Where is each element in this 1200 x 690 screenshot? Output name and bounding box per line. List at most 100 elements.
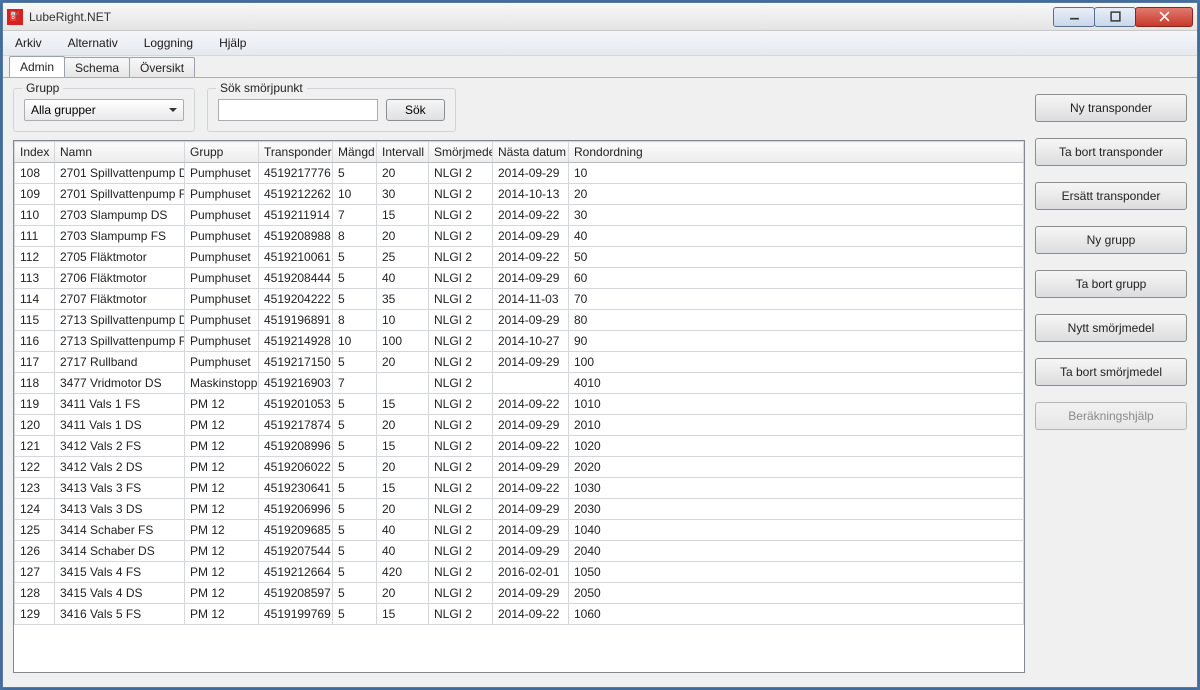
cell-mangd[interactable]: 5 — [333, 352, 377, 373]
col-smorjmedel[interactable]: Smörjmedel — [429, 142, 493, 163]
cell-index[interactable]: 128 — [15, 583, 55, 604]
table-row[interactable]: 1112703 Slampump FSPumphuset451920898882… — [15, 226, 1024, 247]
cell-mangd[interactable]: 5 — [333, 604, 377, 625]
cell-namn[interactable]: 2701 Spillvattenpump FS — [55, 184, 185, 205]
cell-index[interactable]: 127 — [15, 562, 55, 583]
cell-rond[interactable]: 80 — [569, 310, 1024, 331]
col-nasta-datum[interactable]: Nästa datum — [493, 142, 569, 163]
cell-grupp[interactable]: Pumphuset — [185, 310, 259, 331]
cell-namn[interactable]: 2703 Slampump FS — [55, 226, 185, 247]
col-rondordning[interactable]: Rondordning — [569, 142, 1024, 163]
cell-datum[interactable]: 2016-02-01 — [493, 562, 569, 583]
ta-bort-grupp-button[interactable]: Ta bort grupp — [1035, 270, 1187, 298]
table-row[interactable]: 1293416 Vals 5 FSPM 124519199769515NLGI … — [15, 604, 1024, 625]
cell-transponder[interactable]: 4519207544 — [259, 541, 333, 562]
cell-rond[interactable]: 1020 — [569, 436, 1024, 457]
cell-intervall[interactable] — [377, 373, 429, 394]
cell-grupp[interactable]: Pumphuset — [185, 205, 259, 226]
table-row[interactable]: 1102703 Slampump DSPumphuset451921191471… — [15, 205, 1024, 226]
cell-datum[interactable]: 2014-09-29 — [493, 310, 569, 331]
cell-mangd[interactable]: 7 — [333, 205, 377, 226]
close-button[interactable] — [1135, 7, 1193, 27]
cell-transponder[interactable]: 4519212262 — [259, 184, 333, 205]
menu-loggning[interactable]: Loggning — [138, 33, 199, 53]
cell-intervall[interactable]: 20 — [377, 163, 429, 184]
titlebar[interactable]: ⛽ LubeRight.NET — [3, 3, 1197, 31]
cell-rond[interactable]: 2030 — [569, 499, 1024, 520]
cell-rond[interactable]: 40 — [569, 226, 1024, 247]
cell-smorjmedel[interactable]: NLGI 2 — [429, 268, 493, 289]
cell-smorjmedel[interactable]: NLGI 2 — [429, 310, 493, 331]
cell-namn[interactable]: 3415 Vals 4 DS — [55, 583, 185, 604]
table-row[interactable]: 1193411 Vals 1 FSPM 124519201053515NLGI … — [15, 394, 1024, 415]
col-transponder[interactable]: Transponder — [259, 142, 333, 163]
cell-transponder[interactable]: 4519208996 — [259, 436, 333, 457]
cell-transponder[interactable]: 4519208444 — [259, 268, 333, 289]
cell-namn[interactable]: 2717 Rullband — [55, 352, 185, 373]
cell-grupp[interactable]: PM 12 — [185, 394, 259, 415]
cell-datum[interactable]: 2014-09-22 — [493, 205, 569, 226]
cell-rond[interactable]: 1010 — [569, 394, 1024, 415]
cell-index[interactable]: 116 — [15, 331, 55, 352]
cell-grupp[interactable]: PM 12 — [185, 541, 259, 562]
minimize-button[interactable] — [1053, 7, 1095, 27]
cell-grupp[interactable]: PM 12 — [185, 457, 259, 478]
table-row[interactable]: 1233413 Vals 3 FSPM 124519230641515NLGI … — [15, 478, 1024, 499]
cell-index[interactable]: 115 — [15, 310, 55, 331]
cell-intervall[interactable]: 10 — [377, 310, 429, 331]
cell-grupp[interactable]: Pumphuset — [185, 268, 259, 289]
cell-datum[interactable]: 2014-09-29 — [493, 541, 569, 562]
cell-mangd[interactable]: 5 — [333, 499, 377, 520]
cell-namn[interactable]: 3412 Vals 2 FS — [55, 436, 185, 457]
col-grupp[interactable]: Grupp — [185, 142, 259, 163]
cell-namn[interactable]: 2707 Fläktmotor — [55, 289, 185, 310]
cell-index[interactable]: 121 — [15, 436, 55, 457]
cell-smorjmedel[interactable]: NLGI 2 — [429, 520, 493, 541]
cell-intervall[interactable]: 100 — [377, 331, 429, 352]
table-row[interactable]: 1213412 Vals 2 FSPM 124519208996515NLGI … — [15, 436, 1024, 457]
cell-rond[interactable]: 2040 — [569, 541, 1024, 562]
cell-smorjmedel[interactable]: NLGI 2 — [429, 352, 493, 373]
cell-index[interactable]: 110 — [15, 205, 55, 226]
cell-transponder[interactable]: 4519230641 — [259, 478, 333, 499]
table-row[interactable]: 1082701 Spillvattenpump DSPumphuset45192… — [15, 163, 1024, 184]
menu-hjalp[interactable]: Hjälp — [213, 33, 252, 53]
cell-grupp[interactable]: PM 12 — [185, 415, 259, 436]
table-row[interactable]: 1172717 RullbandPumphuset4519217150520NL… — [15, 352, 1024, 373]
cell-intervall[interactable]: 30 — [377, 184, 429, 205]
cell-namn[interactable]: 3413 Vals 3 FS — [55, 478, 185, 499]
table-row[interactable]: 1203411 Vals 1 DSPM 124519217874520NLGI … — [15, 415, 1024, 436]
cell-index[interactable]: 112 — [15, 247, 55, 268]
cell-smorjmedel[interactable]: NLGI 2 — [429, 415, 493, 436]
cell-grupp[interactable]: Pumphuset — [185, 226, 259, 247]
cell-intervall[interactable]: 40 — [377, 520, 429, 541]
cell-rond[interactable]: 2050 — [569, 583, 1024, 604]
cell-smorjmedel[interactable]: NLGI 2 — [429, 247, 493, 268]
cell-smorjmedel[interactable]: NLGI 2 — [429, 226, 493, 247]
cell-grupp[interactable]: Pumphuset — [185, 331, 259, 352]
table-row[interactable]: 1092701 Spillvattenpump FSPumphuset45192… — [15, 184, 1024, 205]
cell-datum[interactable]: 2014-10-13 — [493, 184, 569, 205]
cell-intervall[interactable]: 15 — [377, 394, 429, 415]
cell-grupp[interactable]: Pumphuset — [185, 289, 259, 310]
cell-datum[interactable]: 2014-09-29 — [493, 352, 569, 373]
cell-transponder[interactable]: 4519199769 — [259, 604, 333, 625]
cell-transponder[interactable]: 4519206022 — [259, 457, 333, 478]
cell-rond[interactable]: 1040 — [569, 520, 1024, 541]
cell-datum[interactable] — [493, 373, 569, 394]
cell-datum[interactable]: 2014-09-22 — [493, 604, 569, 625]
cell-transponder[interactable]: 4519201053 — [259, 394, 333, 415]
cell-mangd[interactable]: 5 — [333, 583, 377, 604]
cell-namn[interactable]: 3411 Vals 1 DS — [55, 415, 185, 436]
cell-rond[interactable]: 1060 — [569, 604, 1024, 625]
table-row[interactable]: 1162713 Spillvattenpump FSPumphuset45192… — [15, 331, 1024, 352]
cell-namn[interactable]: 2713 Spillvattenpump DS — [55, 310, 185, 331]
cell-intervall[interactable]: 420 — [377, 562, 429, 583]
table-row[interactable]: 1142707 FläktmotorPumphuset4519204222535… — [15, 289, 1024, 310]
menu-alternativ[interactable]: Alternativ — [62, 33, 124, 53]
cell-transponder[interactable]: 4519214928 — [259, 331, 333, 352]
cell-index[interactable]: 129 — [15, 604, 55, 625]
col-namn[interactable]: Namn — [55, 142, 185, 163]
cell-transponder[interactable]: 4519208597 — [259, 583, 333, 604]
cell-namn[interactable]: 2713 Spillvattenpump FS — [55, 331, 185, 352]
